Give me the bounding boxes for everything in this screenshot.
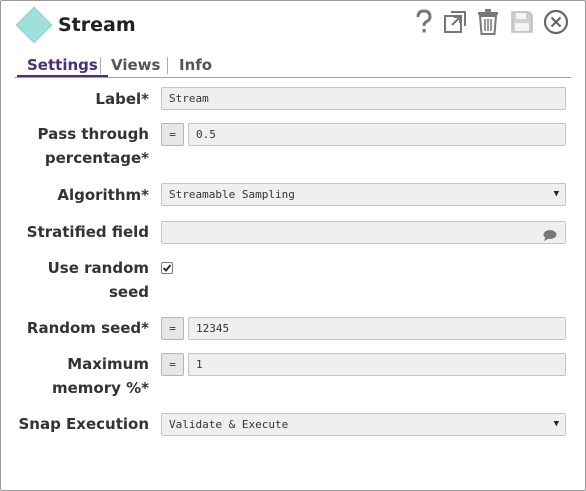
snap-diamond-icon bbox=[15, 6, 53, 44]
save-icon[interactable] bbox=[508, 8, 536, 36]
use-random-seed-label-line2: seed bbox=[108, 283, 149, 301]
checkmark-icon bbox=[162, 264, 172, 272]
help-icon[interactable] bbox=[410, 8, 438, 36]
random-seed-input[interactable]: 12345 bbox=[188, 317, 566, 340]
max-memory-label-line2: memory %* bbox=[51, 379, 149, 397]
max-memory-expression-toggle[interactable]: = bbox=[161, 353, 184, 376]
label-field-label: Label* bbox=[95, 90, 149, 108]
dropdown-caret-icon: ▼ bbox=[553, 419, 559, 429]
snap-execution-label: Snap Execution bbox=[18, 415, 149, 433]
use-random-seed-label-line1: Use random bbox=[47, 259, 149, 277]
random-seed-label: Random seed* bbox=[26, 319, 149, 337]
random-seed-expression-toggle[interactable]: = bbox=[161, 317, 184, 340]
tab-settings[interactable]: Settings bbox=[17, 55, 108, 77]
dropdown-caret-icon: ▼ bbox=[553, 189, 559, 199]
pass-through-expression-toggle[interactable]: = bbox=[161, 123, 184, 146]
pass-through-label-line2: percentage* bbox=[44, 149, 149, 167]
comment-bubble-icon[interactable] bbox=[543, 227, 557, 248]
close-icon[interactable] bbox=[542, 8, 570, 36]
algorithm-select[interactable]: Streamable Sampling ▼ bbox=[161, 183, 566, 206]
max-memory-label-line1: Maximum bbox=[67, 355, 149, 373]
stratified-field-label: Stratified field bbox=[26, 223, 149, 241]
pass-through-label-line1: Pass through bbox=[37, 125, 149, 143]
use-random-seed-checkbox[interactable] bbox=[161, 262, 173, 274]
pass-through-input[interactable]: 0.5 bbox=[188, 123, 566, 146]
delete-icon[interactable] bbox=[474, 8, 502, 36]
tab-info[interactable]: Info bbox=[169, 55, 222, 76]
export-icon[interactable] bbox=[441, 8, 469, 36]
max-memory-input[interactable]: 1 bbox=[188, 353, 566, 376]
dialog-title: Stream bbox=[58, 14, 136, 36]
snap-settings-dialog: Stream Settings Views Info Label* Stream… bbox=[0, 0, 586, 491]
tab-views[interactable]: Views bbox=[101, 55, 170, 76]
tab-divider bbox=[167, 57, 168, 74]
snap-execution-select[interactable]: Validate & Execute ▼ bbox=[161, 413, 566, 436]
tab-bar: Settings Views Info bbox=[15, 55, 571, 78]
stratified-field-input[interactable] bbox=[161, 221, 566, 244]
algorithm-value: Streamable Sampling bbox=[169, 188, 295, 201]
snap-execution-value: Validate & Execute bbox=[169, 418, 289, 431]
label-input[interactable]: Stream bbox=[161, 87, 566, 110]
algorithm-label: Algorithm* bbox=[57, 186, 149, 204]
